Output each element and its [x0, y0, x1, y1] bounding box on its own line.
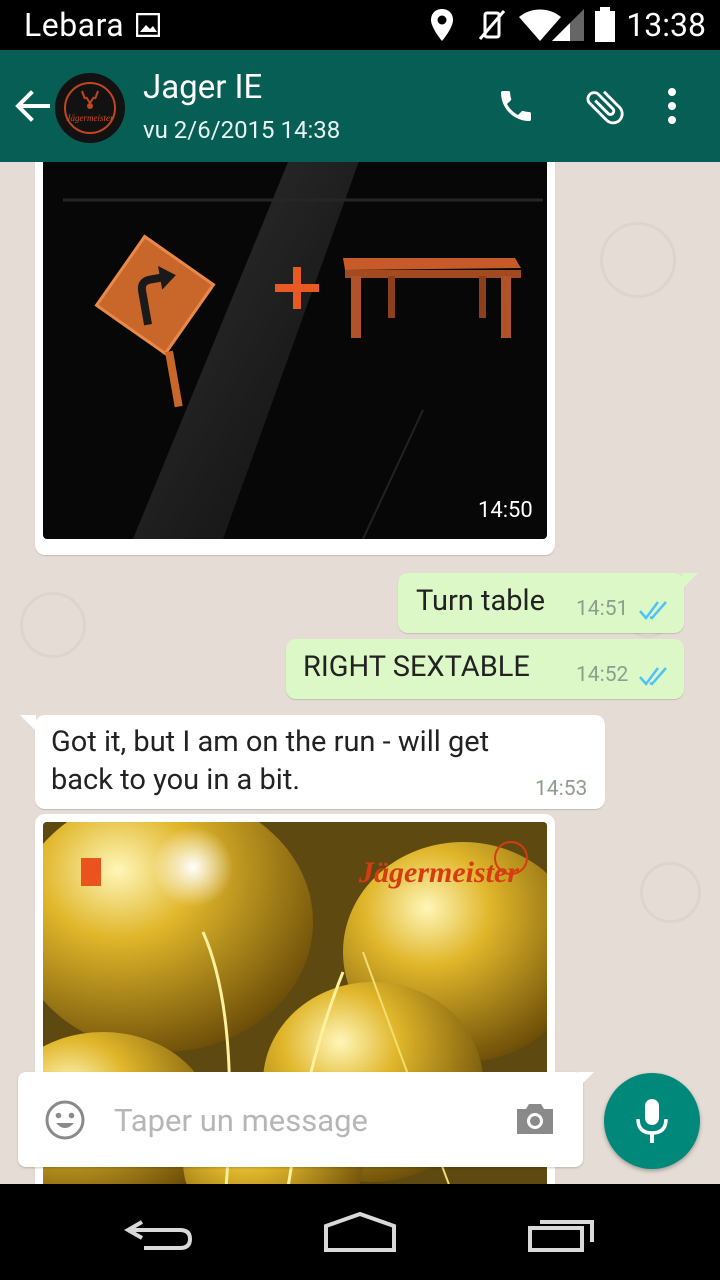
wallpaper-doodle [600, 222, 676, 298]
message-input-box[interactable]: Taper un message [18, 1072, 583, 1167]
svg-text:Jägermeister: Jägermeister [67, 113, 114, 123]
status-bar: Lebara 13:38 [0, 0, 720, 50]
location-icon [431, 9, 453, 41]
signal-icon [552, 9, 584, 41]
attach-icon[interactable] [582, 84, 628, 130]
contact-avatar[interactable]: Jägermeister [55, 73, 125, 143]
emoji-icon[interactable] [44, 1099, 86, 1141]
back-arrow-icon[interactable] [14, 88, 50, 124]
vibrate-mute-icon [478, 10, 506, 40]
nav-home-icon[interactable] [322, 1212, 398, 1252]
chat-area[interactable]: 14:50 Turn table 14:51 RIGHT SEXTABLE 14… [0, 162, 720, 1184]
message-timestamp: 14:53 [535, 777, 588, 801]
contact-name[interactable]: Jager IE [143, 68, 262, 107]
message-timestamp: 14:50 [478, 498, 533, 523]
message-timestamp: 14:52 [576, 663, 629, 687]
message-text-line-2: back to you in a bit. [51, 763, 300, 797]
clock: 13:38 [626, 6, 706, 44]
message-text-line-1: Got it, but I am on the run - will get [51, 725, 490, 759]
carrier-name: Lebara [24, 6, 125, 44]
battery-icon [595, 7, 615, 42]
camera-icon[interactable] [514, 1101, 556, 1137]
bubble-tail [682, 573, 698, 589]
nav-recents-icon[interactable] [526, 1214, 600, 1254]
input-box-tail [578, 1072, 594, 1088]
image-notification-icon [136, 13, 160, 37]
system-nav-bar [0, 1184, 720, 1280]
bubble-tail [20, 715, 36, 731]
incoming-message[interactable]: Got it, but I am on the run - will get b… [35, 715, 605, 809]
message-text: RIGHT SEXTABLE [303, 650, 530, 684]
microphone-icon [636, 1099, 668, 1143]
incoming-image-message[interactable]: 14:50 [35, 162, 555, 555]
more-vert-icon[interactable] [664, 86, 680, 126]
read-receipt-icon [639, 601, 667, 620]
voice-record-button[interactable] [604, 1073, 700, 1169]
message-input[interactable]: Taper un message [114, 1102, 368, 1139]
read-receipt-icon [639, 667, 667, 686]
message-timestamp: 14:51 [576, 597, 629, 621]
outgoing-message[interactable]: Turn table 14:51 [398, 573, 684, 633]
wallpaper-doodle [20, 592, 86, 658]
last-seen-status: vu 2/6/2015 14:38 [143, 116, 341, 144]
wallpaper-doodle [640, 862, 701, 923]
message-image[interactable] [43, 162, 547, 539]
phone-icon[interactable] [496, 86, 536, 126]
chat-header: Jägermeister Jager IE vu 2/6/2015 14:38 [0, 50, 720, 162]
nav-back-icon[interactable] [124, 1216, 194, 1252]
outgoing-message[interactable]: RIGHT SEXTABLE 14:52 [286, 639, 684, 699]
message-text: Turn table [416, 584, 545, 618]
